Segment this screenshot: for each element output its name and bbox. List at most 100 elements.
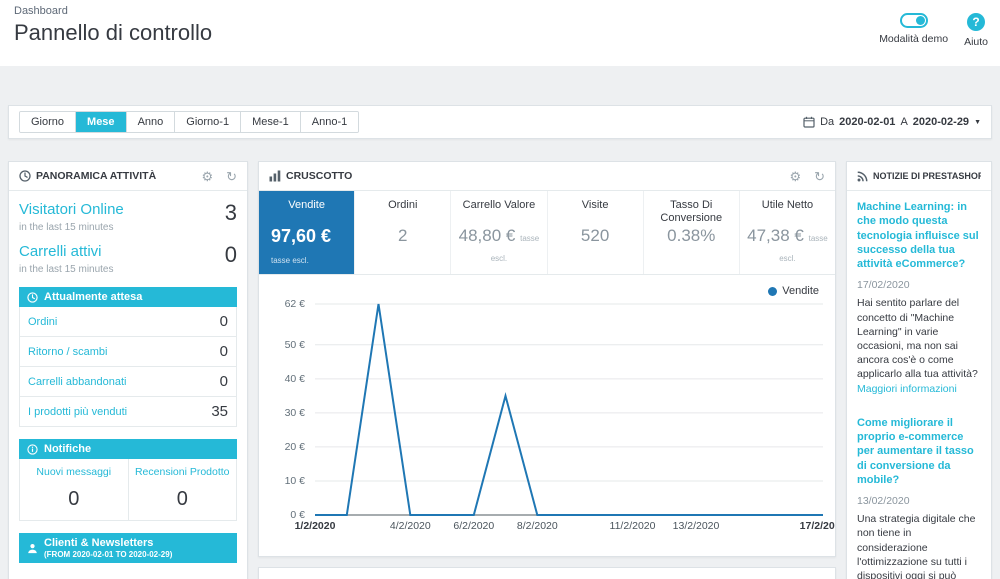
online-visitors-link[interactable]: Visitatori Online <box>19 201 124 218</box>
pending-row-returns[interactable]: Ritorno / scambi 0 <box>19 337 237 367</box>
tab-label: Ordini <box>388 199 418 211</box>
date-range-to: 2020-02-29 <box>912 116 970 128</box>
active-carts-value: 0 <box>224 242 237 267</box>
tab-value: 47,38 € <box>747 226 804 245</box>
currently-pending-title: Attualmente attesa <box>44 291 143 303</box>
header-actions: Modalità demo ? Aiuto <box>879 13 988 48</box>
range-button-mese[interactable]: Mese <box>76 112 127 132</box>
notifications-title: Notifiche <box>44 443 92 455</box>
news-article-excerpt: Una strategia digitale che non tiene in … <box>857 512 981 579</box>
range-button-mese-1[interactable]: Mese-1 <box>241 112 301 132</box>
customers-newsletters-header: Clienti & Newsletters (FROM 2020-02-01 T… <box>19 533 237 563</box>
date-range-presets: Giorno Mese Anno Giorno-1 Mese-1 Anno-1 <box>19 111 360 133</box>
range-button-giorno[interactable]: Giorno <box>20 112 77 132</box>
dashboard-content: PANORAMICA ATTIVITÀ ⚙ ↻ Visitatori Onlin… <box>0 161 1000 579</box>
new-messages-cell[interactable]: Nuovi messaggi 0 <box>20 459 128 520</box>
pending-row-label: Ritorno / scambi <box>28 345 108 358</box>
chart-y-axis: 0 €10 €20 €30 €40 €50 €62 € <box>284 298 305 521</box>
question-mark-icon[interactable]: ? <box>967 13 986 31</box>
customers-newsletters-range: (FROM 2020-02-01 TO 2020-02-29) <box>44 550 173 559</box>
next-panel-partial <box>258 567 836 579</box>
tab-carrello-valore[interactable]: Carrello Valore 48,80 € tasse escl. <box>451 191 548 274</box>
read-more-link[interactable]: Maggiori informazioni <box>857 383 957 395</box>
tab-tasso-di-conversione[interactable]: Tasso Di Conversione 0.38% <box>644 191 740 274</box>
online-visitors-sub: in the last 15 minutes <box>19 222 114 233</box>
page-title: Pannello di controllo <box>14 20 213 45</box>
tab-label: Carrello Valore <box>462 199 536 211</box>
pending-row-label: Carrelli abbandonati <box>28 375 127 388</box>
range-button-giorno-1[interactable]: Giorno-1 <box>175 112 242 132</box>
pending-row-label: I prodotti più venduti <box>28 405 128 418</box>
pending-row-orders[interactable]: Ordini 0 <box>19 307 237 337</box>
new-messages-value: 0 <box>68 488 80 510</box>
demo-mode-label: Modalità demo <box>879 33 949 45</box>
tab-label: Visite <box>581 199 609 211</box>
refresh-icon[interactable]: ↻ <box>814 170 825 183</box>
refresh-icon[interactable]: ↻ <box>226 170 237 183</box>
tab-visite[interactable]: Visite 520 <box>548 191 644 274</box>
online-visitors-value: 3 <box>224 200 237 225</box>
legend-dot-icon <box>768 286 778 296</box>
notifications-header: Notifiche <box>19 439 237 459</box>
tab-utile-netto[interactable]: Utile Netto 47,38 € tasse escl. <box>740 191 835 274</box>
news-article: Machine Learning: in che modo questa tec… <box>857 200 981 396</box>
dashboard-panel-header: CRUSCOTTO ⚙ ↻ <box>259 162 835 191</box>
news-panel-title: NOTIZIE DI PRESTASHOP <box>873 171 981 181</box>
tab-vendite[interactable]: Vendite 97,60 € tasse escl. <box>259 191 356 274</box>
bar-chart-icon <box>269 170 281 182</box>
breadcrumb[interactable]: Dashboard <box>14 5 986 17</box>
pending-row-abandoned-carts[interactable]: Carrelli abbandonati 0 <box>19 367 237 397</box>
pending-row-best-sellers[interactable]: I prodotti più venduti 35 <box>19 397 237 427</box>
news-article-link[interactable]: Come migliorare il proprio e-commerce pe… <box>857 416 981 487</box>
tab-value-suffix: tasse escl. <box>271 256 309 265</box>
caret-down-icon: ▼ <box>974 118 981 126</box>
help-button[interactable]: ? Aiuto <box>964 13 988 48</box>
rss-icon <box>857 171 868 182</box>
prestashop-news-panel: NOTIZIE DI PRESTASHOP Machine Learning: … <box>846 161 992 579</box>
chart-legend: Vendite <box>259 275 835 299</box>
activity-panel-header: PANORAMICA ATTIVITÀ ⚙ ↻ <box>9 162 247 191</box>
notifications-grid: Nuovi messaggi 0 Recensioni Prodotto 0 <box>19 459 237 521</box>
online-visitors-kpi: Visitatori Online in the last 15 minutes… <box>9 191 247 233</box>
legend-label: Vendite <box>782 285 819 297</box>
active-carts-link[interactable]: Carrelli attivi <box>19 243 114 260</box>
news-article-date: 17/02/2020 <box>857 279 910 292</box>
date-range-toolbar: Giorno Mese Anno Giorno-1 Mese-1 Anno-1 … <box>8 105 992 139</box>
tab-value: 2 <box>398 226 408 245</box>
range-button-anno[interactable]: Anno <box>126 112 176 132</box>
product-reviews-cell[interactable]: Recensioni Prodotto 0 <box>127 459 237 520</box>
customers-newsletters-title: Clienti & Newsletters <box>44 537 154 549</box>
currently-pending-header: Attualmente attesa <box>19 287 237 307</box>
sales-chart: 0 €10 €20 €30 €40 €50 €62 € <box>285 298 823 521</box>
help-label: Aiuto <box>964 36 988 48</box>
product-reviews-label: Recensioni Prodotto <box>134 466 230 478</box>
clock-icon <box>19 170 31 182</box>
tab-ordini[interactable]: Ordini 2 <box>355 191 452 274</box>
dashboard-panel-title: CRUSCOTTO <box>286 170 353 182</box>
user-icon <box>27 543 38 554</box>
activity-panel-title: PANORAMICA ATTIVITÀ <box>36 170 157 182</box>
settings-gear-icon[interactable]: ⚙ <box>201 170 213 183</box>
news-excerpt-text: Una strategia digitale che non tiene in … <box>857 513 976 579</box>
date-range-separator: A <box>900 116 908 128</box>
active-carts-sub: in the last 15 minutes <box>19 264 114 275</box>
new-messages-label: Nuovi messaggi <box>36 466 112 478</box>
date-range-prefix: Da <box>820 116 835 128</box>
settings-gear-icon[interactable]: ⚙ <box>789 170 801 183</box>
date-range-picker[interactable]: Da 2020-02-01 A 2020-02-29 ▼ <box>803 116 981 128</box>
tab-label: Utile Netto <box>761 199 814 211</box>
calendar-icon <box>803 116 815 128</box>
pending-row-value: 0 <box>219 313 228 330</box>
chart-plot-area <box>315 303 823 516</box>
info-icon <box>27 443 38 455</box>
range-button-anno-1[interactable]: Anno-1 <box>300 112 359 132</box>
news-article-link[interactable]: Machine Learning: in che modo questa tec… <box>857 200 981 271</box>
news-article-date: 13/02/2020 <box>857 495 910 508</box>
tab-value: 520 <box>580 226 610 245</box>
dashboard-column: CRUSCOTTO ⚙ ↻ Vendite 97,60 € tasse escl… <box>258 161 836 579</box>
tab-label: Vendite <box>288 199 325 211</box>
toggle-on-icon[interactable] <box>899 13 928 28</box>
page-header: Dashboard Pannello di controllo Modalità… <box>0 0 1000 66</box>
demo-mode-toggle[interactable]: Modalità demo <box>879 13 948 48</box>
chart-x-axis: 1/2/2020 4/2/2020 6/2/2020 8/2/2020 11/2/202… <box>294 520 835 532</box>
